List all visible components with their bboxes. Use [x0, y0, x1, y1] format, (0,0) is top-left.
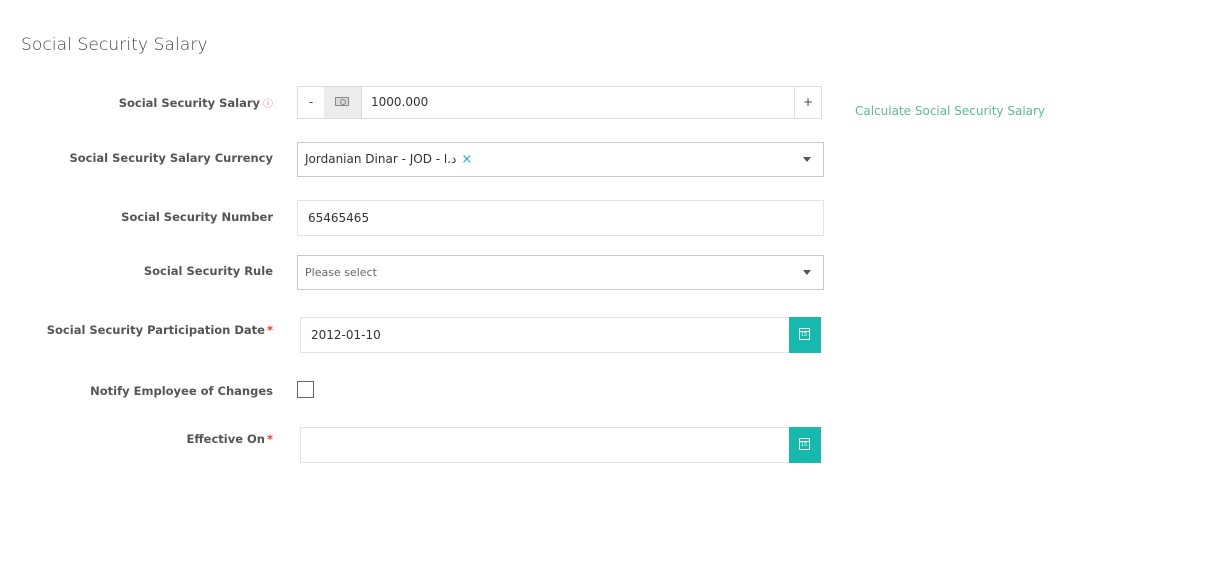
- salary-input[interactable]: 1000.000: [371, 87, 428, 118]
- effective-on-label: Effective On: [186, 432, 265, 446]
- ss-rule-select[interactable]: Please select: [297, 255, 824, 290]
- calendar-icon: [799, 438, 810, 450]
- chevron-down-icon[interactable]: [803, 270, 811, 275]
- participation-date-label: Social Security Participation Date: [46, 323, 265, 337]
- money-icon: [335, 97, 349, 106]
- ss-rule-label: Social Security Rule: [143, 264, 273, 278]
- chevron-down-icon[interactable]: [803, 157, 811, 162]
- participation-date-input[interactable]: 2012-01-10: [300, 317, 821, 353]
- required-marker: *: [266, 432, 273, 446]
- currency-value: Jordanian Dinar - JOD - د.ا: [305, 152, 457, 166]
- participation-date-label-group: Social Security Participation Date *: [47, 323, 273, 337]
- currency-selected-value: Jordanian Dinar - JOD - د.ا ×: [305, 143, 472, 176]
- notify-label: Notify Employee of Changes: [90, 384, 273, 398]
- ss-number-input[interactable]: 65465465: [297, 200, 824, 236]
- salary-label-group: Social Security Salary ⓘ: [119, 95, 273, 110]
- ss-number-label: Social Security Number: [121, 210, 273, 224]
- currency-select[interactable]: Jordanian Dinar - JOD - د.ا ×: [297, 142, 824, 177]
- ss-number-value: 65465465: [308, 211, 370, 225]
- money-icon-box: [324, 87, 362, 118]
- effective-on-input[interactable]: [300, 427, 821, 463]
- page-title: Social Security Salary: [21, 35, 208, 55]
- salary-stepper: - 1000.000 +: [297, 86, 822, 119]
- salary-label: Social Security Salary: [118, 96, 260, 110]
- info-icon[interactable]: ⓘ: [263, 99, 273, 110]
- currency-label: Social Security Salary Currency: [69, 151, 273, 165]
- clear-icon[interactable]: ×: [461, 152, 472, 167]
- participation-date-value: 2012-01-10: [311, 328, 381, 342]
- required-marker: *: [266, 323, 273, 337]
- decrement-button[interactable]: -: [298, 87, 325, 118]
- calendar-icon: [799, 328, 810, 340]
- effective-on-label-group: Effective On *: [186, 432, 273, 446]
- increment-button[interactable]: +: [794, 87, 821, 118]
- participation-calendar-button[interactable]: [789, 317, 821, 353]
- ss-rule-placeholder: Please select: [305, 266, 377, 279]
- notify-checkbox[interactable]: [297, 381, 314, 398]
- calculate-salary-link[interactable]: Calculate Social Security Salary: [855, 104, 1045, 118]
- effective-calendar-button[interactable]: [789, 427, 821, 463]
